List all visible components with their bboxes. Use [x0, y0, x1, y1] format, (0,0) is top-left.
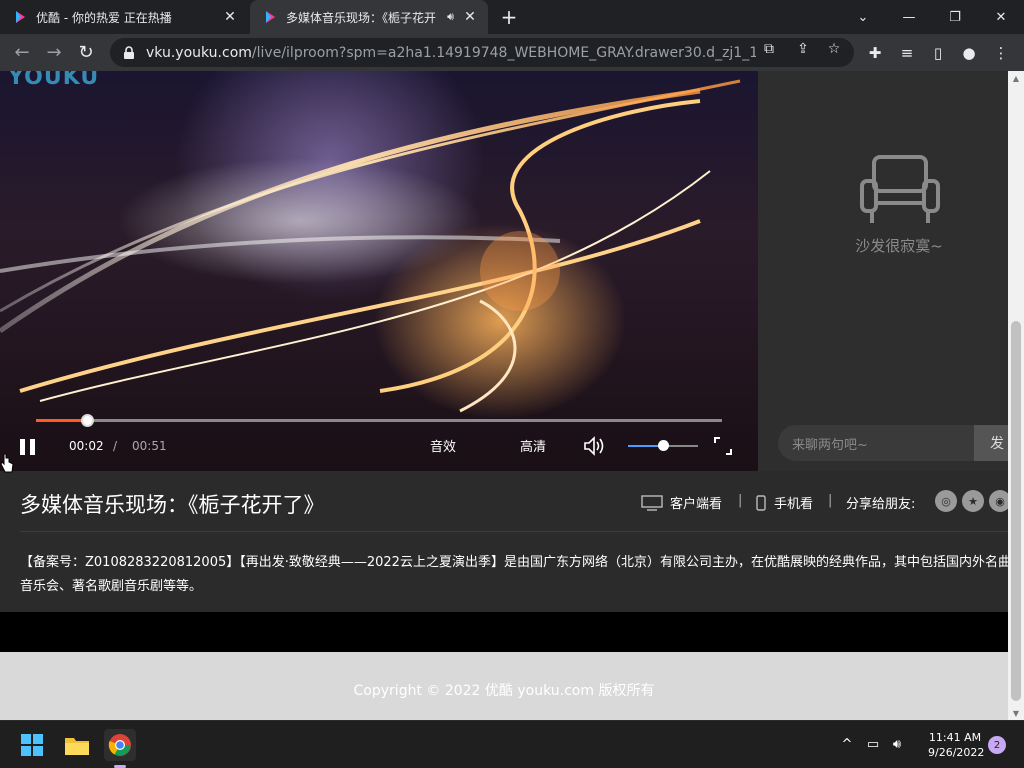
tab-search-chevron-icon[interactable]: ⌄ — [840, 0, 886, 34]
youku-watermark-logo: YOUKU — [8, 71, 100, 90]
url-text: vku.youku.com/live/ilproom?spm=a2ha1.149… — [146, 45, 756, 61]
current-time: 00:02 — [69, 439, 104, 453]
time-separator: / — [113, 439, 118, 453]
divider — [20, 531, 1008, 532]
restore-icon[interactable]: ❐ — [932, 0, 978, 34]
weibo-icon[interactable]: ◉ — [989, 490, 1008, 512]
url-host: vku.youku.com — [146, 44, 252, 61]
quality-button[interactable]: 高清 — [520, 436, 546, 455]
new-tab-plus-icon[interactable]: + — [497, 5, 521, 29]
volume-icon[interactable] — [582, 435, 606, 457]
player-controls: 00:02 / 00:51 音效 高清 — [0, 401, 758, 471]
show-description: 【备案号：Z0108283220812005】【再出发·致敬经典——2022云上… — [20, 555, 1008, 594]
sound-effect-button[interactable]: 音效 — [430, 436, 456, 455]
browser-toolbar: ← → ↻ vku.youku.com/live/ilproom?spm=a2h… — [0, 34, 1024, 71]
progress-fill — [36, 419, 88, 422]
meta-separator: | — [828, 493, 833, 508]
tab-close-icon[interactable]: ✕ — [458, 5, 482, 29]
share-label: 分享给朋友: — [846, 497, 916, 512]
page-scrollbar[interactable]: ▲ ▼ — [1008, 71, 1024, 720]
menu-kebab-icon[interactable]: ⋮ — [990, 42, 1012, 64]
chrome-taskbar-icon[interactable] — [104, 729, 136, 761]
clock-time: 11:41 AM — [928, 731, 982, 744]
pause-icon[interactable] — [20, 439, 40, 457]
lock-icon — [124, 45, 134, 59]
extensions-puzzle-icon[interactable]: ✚ — [864, 42, 886, 64]
mobile-watch-link[interactable]: 手机看 — [756, 493, 813, 512]
browser-tab-strip: 优酷 - 你的热爱 正在热播 ✕ 多媒体音乐现场：《栀子花开 🔊︎ ✕ + ⌄ … — [0, 0, 1024, 34]
file-explorer-icon[interactable] — [61, 729, 93, 761]
mobile-watch-label: 手机看 — [774, 497, 814, 512]
profile-avatar-icon[interactable]: ● — [958, 42, 980, 64]
total-time: 00:51 — [132, 439, 167, 453]
forward-arrow-icon[interactable]: → — [40, 38, 68, 66]
monitor-icon — [641, 494, 663, 511]
page-title: 多媒体音乐现场：《栀子花开了》 — [20, 493, 325, 517]
client-watch-label: 客户端看 — [670, 497, 723, 512]
show-info: 多媒体音乐现场：《栀子花开了》 客户端看 | 手机看 | 分享给朋友: ◎ ★ … — [0, 471, 1008, 612]
chat-side-panel: 沙发很寂寞~ 来聊两句吧~ 发 — [758, 71, 1008, 471]
close-window-icon[interactable]: ✕ — [978, 0, 1024, 34]
qzone-star-icon[interactable]: ★ — [962, 490, 984, 512]
sofa-icon — [860, 155, 940, 223]
youku-favicon-icon — [12, 9, 28, 25]
volume-slider[interactable] — [628, 440, 698, 451]
phone-icon — [756, 494, 766, 511]
copyright-text: Copyright © 2022 优酷 youku.com 版权所有 — [353, 683, 655, 699]
scrollbar-thumb[interactable] — [1011, 321, 1021, 701]
youku-favicon-icon — [262, 9, 278, 25]
tab-live-room[interactable]: 多媒体音乐现场：《栀子花开 🔊︎ ✕ — [250, 0, 488, 34]
clock[interactable]: 11:41 AM 9/26/2022 — [928, 730, 985, 760]
url-path: /live/ilproom?spm=a2ha1.14919748_WEBHOME… — [251, 44, 756, 61]
address-bar[interactable]: vku.youku.com/live/ilproom?spm=a2ha1.149… — [110, 38, 854, 67]
video-player[interactable]: YOUKU 00:02 / 00:51 音效 高清 — [0, 71, 758, 471]
tab-audio-icon[interactable]: 🔊︎ — [447, 10, 454, 24]
reload-icon[interactable]: ↻ — [72, 38, 100, 66]
tab-title: 优酷 - 你的热爱 正在热播 — [36, 10, 172, 25]
windows-taskbar: ^ ▭ 🔊︎ 11:41 AM 9/26/2022 2 — [0, 720, 1024, 768]
fullscreen-icon[interactable] — [713, 436, 733, 456]
empty-chat-text: 沙发很寂寞~ — [855, 237, 943, 255]
wechat-icon[interactable]: ◎ — [935, 490, 957, 512]
progress-bar[interactable] — [36, 414, 722, 427]
web-page: YOUKU 00:02 / 00:51 音效 高清 沙发很寂寞~ 来聊两句吧~ … — [0, 71, 1008, 720]
speaker-icon[interactable]: 🔊︎ — [888, 735, 906, 753]
back-arrow-icon[interactable]: ← — [8, 38, 36, 66]
tab-title: 多媒体音乐现场：《栀子花开 — [286, 10, 437, 25]
media-control-icon[interactable]: ≡ — [896, 42, 918, 64]
tab-close-icon[interactable]: ✕ — [218, 5, 242, 29]
network-icon[interactable]: ▭ — [864, 735, 882, 753]
page-footer: Copyright © 2022 优酷 youku.com 版权所有 — [0, 652, 1008, 720]
send-button[interactable]: 发 — [974, 425, 1008, 461]
meta-separator: | — [738, 493, 743, 508]
volume-handle[interactable] — [658, 440, 669, 451]
translate-icon[interactable]: ⧉ — [760, 40, 778, 58]
notification-badge[interactable]: 2 — [988, 736, 1006, 754]
bookmark-star-icon[interactable]: ☆ — [825, 40, 843, 58]
hand-cursor-icon — [0, 453, 14, 473]
tab-youku-home[interactable]: 优酷 - 你的热爱 正在热播 ✕ — [0, 0, 248, 34]
scroll-down-arrow-icon[interactable]: ▼ — [1008, 706, 1024, 720]
windows-start-icon[interactable] — [16, 729, 48, 761]
chat-input[interactable]: 来聊两句吧~ — [778, 425, 974, 461]
progress-handle[interactable] — [81, 414, 95, 427]
client-watch-link[interactable]: 客户端看 — [641, 493, 722, 512]
scroll-up-arrow-icon[interactable]: ▲ — [1008, 71, 1024, 85]
share-icon[interactable]: ⇪ — [794, 40, 812, 58]
tray-overflow-chevron-icon[interactable]: ^ — [838, 735, 856, 753]
minimize-icon[interactable]: — — [886, 0, 932, 34]
page-band — [0, 612, 1008, 652]
clock-date: 9/26/2022 — [928, 746, 985, 759]
side-panel-icon[interactable]: ▯ — [927, 42, 949, 64]
